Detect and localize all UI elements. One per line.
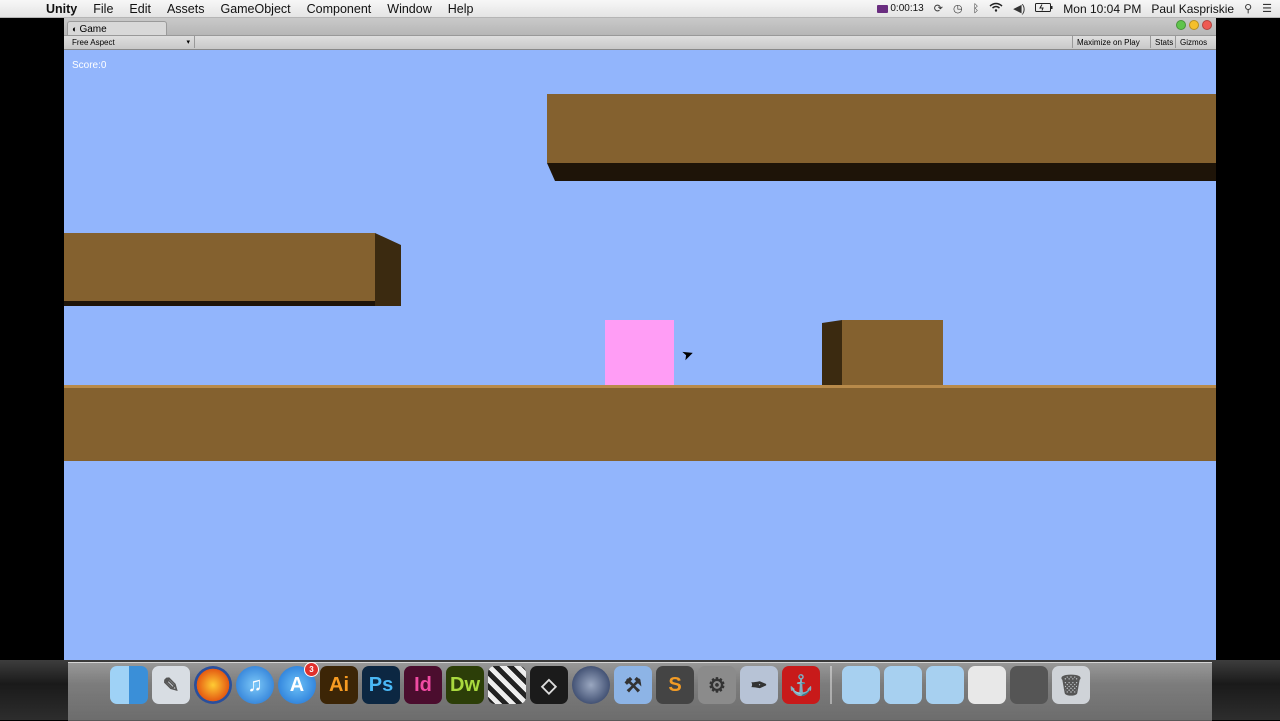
status-area: 0:00:13 ⟳ ◷ ᛒ ◀) Mon 10:04 PM Paul Kaspr… (877, 0, 1272, 17)
battery-icon[interactable] (1035, 2, 1053, 15)
desktop-background-left (0, 18, 64, 660)
game-tab-icon: ◐ (72, 24, 78, 34)
tab-game-label: Game (79, 24, 107, 35)
obstacle-block-side (822, 320, 842, 388)
app-store-badge: 3 (304, 662, 319, 677)
time-machine-icon[interactable]: ◷ (953, 2, 963, 15)
menu-app-unity[interactable]: Unity (42, 2, 85, 16)
preview-icon[interactable]: ✎ (152, 666, 190, 704)
maximize-on-play-button[interactable]: Maximize on Play (1072, 36, 1144, 48)
menu-component[interactable]: Component (299, 2, 380, 16)
mouse-cursor-icon: ➤ (679, 344, 696, 364)
player-cube (605, 320, 674, 388)
dock: ✎ ♫ A3 Ai Ps Id Dw ◇ ⚒ S ⚙ ✒ ⚓ 🗑 (110, 662, 1090, 710)
applications-folder-icon[interactable] (842, 666, 880, 704)
menu-bar: Unity File Edit Assets GameObject Compon… (0, 0, 1280, 18)
notification-center-icon[interactable]: ☰ (1262, 2, 1272, 15)
menu-edit[interactable]: Edit (121, 2, 159, 16)
menubar-clock[interactable]: Mon 10:04 PM (1063, 2, 1141, 16)
stats-button[interactable]: Stats (1150, 36, 1177, 48)
desktop-background-right (1216, 18, 1280, 660)
dreamweaver-icon[interactable]: Dw (446, 666, 484, 704)
screen-recorder-icon (877, 4, 889, 13)
cinema4d-icon[interactable] (572, 666, 610, 704)
unity-game-window: ◐ Game Free Aspect ▾ Maximize on Play Sta… (64, 18, 1216, 660)
unity-icon[interactable]: ◇ (530, 666, 568, 704)
window-controls (1176, 20, 1212, 30)
close-window-button[interactable] (1202, 20, 1212, 30)
menu-window[interactable]: Window (379, 2, 439, 16)
finder-icon[interactable] (110, 666, 148, 704)
menu-file[interactable]: File (85, 2, 121, 16)
platform-left (64, 233, 375, 301)
platform-left-underside (64, 301, 375, 306)
zoom-window-button[interactable] (1176, 20, 1186, 30)
menu-assets[interactable]: Assets (159, 2, 213, 16)
itunes-icon[interactable]: ♫ (236, 666, 274, 704)
trash-icon[interactable]: 🗑 (1052, 666, 1090, 704)
illustrator-icon[interactable]: Ai (320, 666, 358, 704)
system-preferences-icon[interactable]: ⚙ (698, 666, 736, 704)
aspect-dropdown[interactable]: Free Aspect ▾ (68, 36, 195, 48)
acrobat-icon[interactable]: ⚓ (782, 666, 820, 704)
minimize-window-button[interactable] (1189, 20, 1199, 30)
aspect-label: Free Aspect (72, 38, 115, 47)
platform-left-side (375, 233, 401, 306)
gizmos-button[interactable]: Gizmos (1175, 36, 1211, 48)
tab-game[interactable]: ◐ Game (67, 21, 167, 35)
firefox-icon[interactable] (194, 666, 232, 704)
dock-divider (830, 666, 832, 704)
menu-gameobject[interactable]: GameObject (212, 2, 298, 16)
volume-icon[interactable]: ◀) (1013, 2, 1025, 15)
screenshot-stack-icon[interactable] (968, 666, 1006, 704)
documents-folder-icon[interactable] (884, 666, 922, 704)
game-viewport[interactable]: Score:0 ➤ (64, 50, 1216, 660)
game-view-toolbar: Free Aspect ▾ Maximize on Play Stats Giz… (64, 36, 1216, 50)
spotlight-search-icon[interactable]: ⚲ (1244, 2, 1252, 15)
screen-recorder-status[interactable]: 0:00:13 (877, 3, 924, 14)
dreamweaver-icon-label: Dw (450, 673, 480, 696)
illustrator-icon-label: Ai (329, 673, 349, 696)
ground-platform (64, 385, 1216, 461)
window-thumbnail-icon[interactable] (1010, 666, 1048, 704)
photoshop-icon[interactable]: Ps (362, 666, 400, 704)
platform-upper-right-underside (547, 163, 1216, 181)
recording-time: 0:00:13 (890, 3, 924, 14)
platform-upper-right (547, 94, 1216, 163)
indesign-icon-label: Id (414, 673, 432, 696)
final-cut-icon[interactable] (488, 666, 526, 704)
sublime-text-icon[interactable]: S (656, 666, 694, 704)
app-store-icon[interactable]: A3 (278, 662, 319, 704)
window-tab-bar: ◐ Game (64, 18, 1216, 36)
menu-help[interactable]: Help (440, 2, 482, 16)
score-label: Score:0 (72, 60, 107, 71)
sync-icon[interactable]: ⟳ (934, 2, 943, 15)
photoshop-icon-label: Ps (368, 673, 394, 696)
wifi-icon[interactable] (989, 2, 1003, 15)
bluetooth-icon[interactable]: ᛒ (973, 3, 980, 15)
obstacle-block (842, 320, 943, 388)
indesign-icon[interactable]: Id (404, 666, 442, 704)
downloads-folder-icon[interactable] (926, 666, 964, 704)
script-editor-icon[interactable]: ✒ (740, 666, 778, 704)
xcode-icon[interactable]: ⚒ (614, 666, 652, 704)
menubar-user[interactable]: Paul Kaspriskie (1151, 2, 1234, 16)
chevron-down-icon: ▾ (186, 39, 190, 46)
